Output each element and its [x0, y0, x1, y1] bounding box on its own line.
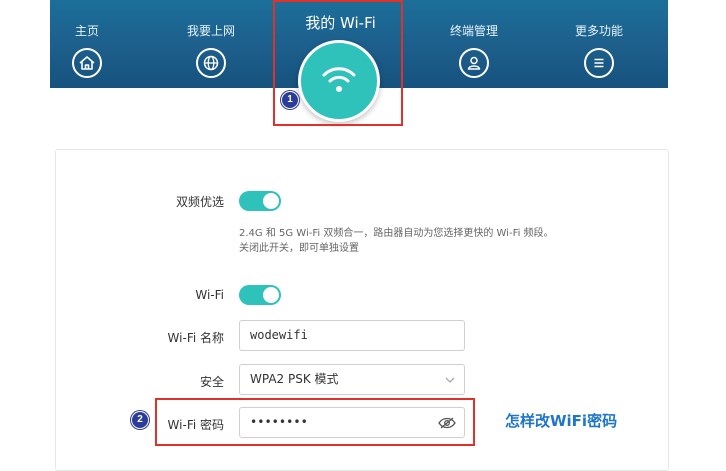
- dual-band-toggle[interactable]: [239, 191, 281, 211]
- nav-home[interactable]: 主页: [42, 0, 132, 78]
- nav-internet-label: 我要上网: [186, 24, 235, 38]
- dual-band-label: 双频优选: [175, 195, 224, 209]
- wifi-password-value: ••••••••: [250, 415, 308, 429]
- hide-password-eye-icon[interactable]: [438, 416, 456, 430]
- globe-icon: [196, 48, 226, 78]
- nav-home-label: 主页: [74, 24, 99, 38]
- wifi-toggle[interactable]: [239, 285, 281, 305]
- security-select[interactable]: WPA2 PSK 模式: [239, 364, 465, 395]
- security-label: 安全: [199, 375, 224, 389]
- nav-internet[interactable]: 我要上网: [166, 0, 256, 78]
- wifi-name-input[interactable]: wodewifi: [239, 320, 465, 351]
- caption-text: 怎样改WiFi密码: [505, 412, 618, 430]
- step-marker-1: 1: [281, 91, 299, 109]
- wifi-password-input[interactable]: ••••••••: [239, 407, 465, 438]
- wifi-icon: [298, 40, 380, 122]
- nav-terminal-label: 终端管理: [449, 24, 498, 38]
- nav-terminal-management[interactable]: 终端管理: [429, 0, 519, 78]
- wifi-label: Wi-Fi: [195, 288, 224, 302]
- chevron-down-icon: [445, 377, 455, 383]
- dual-band-description: 2.4G 和 5G Wi-Fi 双频合一，路由器自动为您选择更快的 Wi-Fi …: [239, 228, 554, 254]
- menu-icon: [584, 48, 614, 78]
- nav-my-wifi[interactable]: 我的 Wi-Fi: [277, 0, 404, 126]
- nav-more-functions[interactable]: 更多功能: [554, 0, 644, 78]
- nav-more-label: 更多功能: [574, 24, 623, 38]
- nav-wifi-label: 我的 Wi-Fi: [305, 14, 376, 32]
- step-marker-2: 2: [131, 411, 149, 429]
- home-icon: [72, 48, 102, 78]
- security-select-value: WPA2 PSK 模式: [250, 372, 339, 386]
- wifi-name-label: Wi-Fi 名称: [167, 331, 224, 345]
- wifi-password-label: Wi-Fi 密码: [167, 418, 224, 432]
- user-icon: [459, 48, 489, 78]
